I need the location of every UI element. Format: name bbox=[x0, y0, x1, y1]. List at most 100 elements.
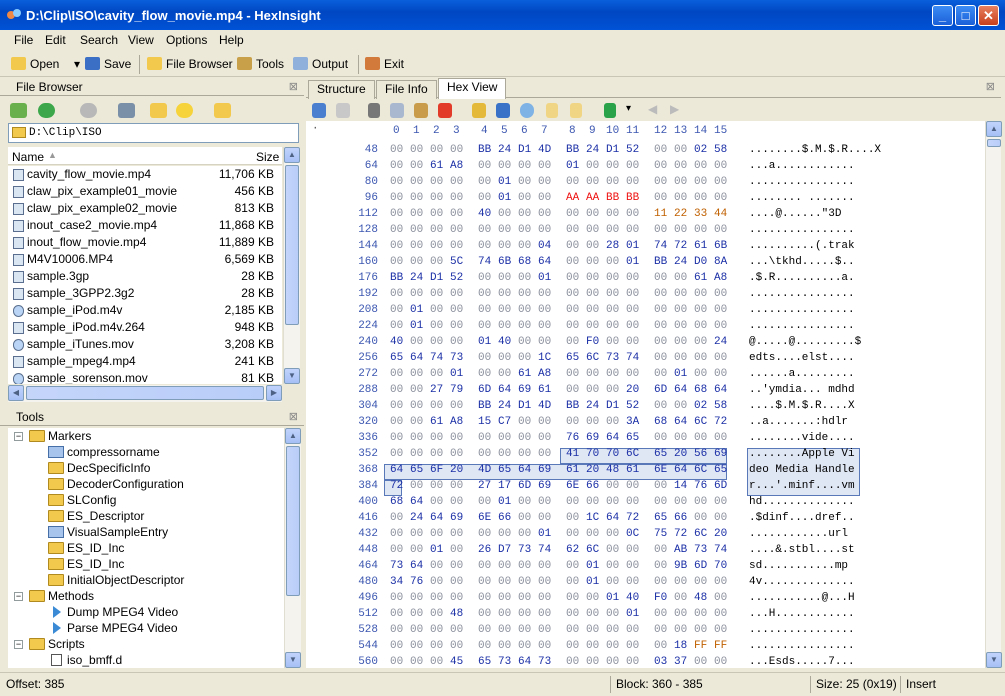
hex-byte[interactable]: 61 bbox=[566, 464, 579, 476]
collapse-toggle-icon[interactable]: − bbox=[14, 640, 23, 649]
hex-byte[interactable]: 00 bbox=[714, 288, 727, 300]
hex-byte[interactable]: 00 bbox=[606, 656, 619, 668]
hex-byte[interactable]: 00 bbox=[626, 272, 639, 284]
hex-byte[interactable]: 00 bbox=[586, 240, 599, 252]
hex-byte[interactable]: BB bbox=[566, 144, 579, 156]
hex-byte[interactable]: 65 bbox=[498, 464, 511, 476]
hex-byte[interactable]: 17 bbox=[498, 480, 511, 492]
hex-byte[interactable]: 00 bbox=[410, 400, 423, 412]
hex-byte[interactable]: 9B bbox=[674, 560, 687, 572]
hex-byte[interactable]: 01 bbox=[410, 304, 423, 316]
hex-byte[interactable]: 76 bbox=[410, 576, 423, 588]
hex-byte[interactable]: 00 bbox=[654, 272, 667, 284]
hex-byte[interactable]: 6D bbox=[654, 384, 667, 396]
hex-byte[interactable]: 00 bbox=[478, 528, 491, 540]
ascii-text[interactable]: ................ bbox=[749, 288, 855, 300]
hex-byte[interactable]: 00 bbox=[390, 368, 403, 380]
hex-byte[interactable]: 01 bbox=[626, 256, 639, 268]
redo-icon[interactable] bbox=[336, 103, 350, 118]
hex-byte[interactable]: AA bbox=[566, 192, 579, 204]
menu-help[interactable]: Help bbox=[219, 33, 244, 47]
scroll-thumb[interactable] bbox=[285, 165, 299, 325]
hex-byte[interactable]: 00 bbox=[694, 192, 707, 204]
hex-byte[interactable]: 00 bbox=[430, 240, 443, 252]
hex-byte[interactable]: 64 bbox=[518, 656, 531, 668]
hex-byte[interactable]: 0C bbox=[626, 528, 639, 540]
hex-byte[interactable]: A8 bbox=[450, 416, 463, 428]
file-list-item[interactable]: sample_iPod.m4v.264 948 KB bbox=[8, 319, 282, 336]
hex-byte[interactable]: 00 bbox=[410, 416, 423, 428]
ascii-text[interactable]: ....&.stbl....st bbox=[749, 544, 855, 556]
ascii-text[interactable]: ....@......"3D bbox=[749, 208, 841, 220]
hex-byte[interactable]: 00 bbox=[498, 224, 511, 236]
hex-byte[interactable]: 00 bbox=[478, 320, 491, 332]
hex-byte[interactable]: 00 bbox=[586, 256, 599, 268]
hex-byte[interactable]: 1C bbox=[586, 512, 599, 524]
hex-byte[interactable]: 00 bbox=[518, 592, 531, 604]
hex-byte[interactable]: 00 bbox=[518, 240, 531, 252]
hex-byte[interactable]: 00 bbox=[410, 336, 423, 348]
tree-node[interactable]: − Scripts bbox=[14, 636, 85, 652]
hex-byte[interactable]: 00 bbox=[390, 512, 403, 524]
hex-byte[interactable]: 00 bbox=[566, 320, 579, 332]
hex-byte[interactable]: 00 bbox=[478, 176, 491, 188]
hex-byte[interactable]: 00 bbox=[654, 352, 667, 364]
hex-byte[interactable]: 00 bbox=[694, 352, 707, 364]
hex-byte[interactable]: 00 bbox=[518, 416, 531, 428]
hex-byte[interactable]: 73 bbox=[538, 656, 551, 668]
hex-byte[interactable]: 01 bbox=[410, 320, 423, 332]
hex-byte[interactable]: 00 bbox=[538, 416, 551, 428]
hex-byte[interactable]: 00 bbox=[654, 560, 667, 572]
hex-byte[interactable]: BB bbox=[654, 256, 667, 268]
hex-byte[interactable]: 64 bbox=[518, 464, 531, 476]
hex-byte[interactable]: F0 bbox=[654, 592, 667, 604]
ascii-text[interactable]: ....$.M.$.R....X bbox=[749, 400, 855, 412]
scroll-left-arrow-icon[interactable]: ◀ bbox=[8, 385, 24, 401]
hex-byte[interactable]: 00 bbox=[538, 208, 551, 220]
hex-byte[interactable]: 66 bbox=[498, 512, 511, 524]
hex-byte[interactable]: 00 bbox=[626, 288, 639, 300]
scroll-down-arrow-icon[interactable]: ▼ bbox=[285, 652, 301, 668]
hex-byte[interactable]: 37 bbox=[674, 656, 687, 668]
hex-byte[interactable]: 00 bbox=[674, 160, 687, 172]
hex-byte[interactable]: 01 bbox=[538, 528, 551, 540]
hex-byte[interactable]: 00 bbox=[390, 592, 403, 604]
hex-byte[interactable]: 40 bbox=[390, 336, 403, 348]
hex-byte[interactable]: 00 bbox=[498, 448, 511, 460]
scroll-thumb[interactable] bbox=[987, 139, 1001, 147]
hex-byte[interactable]: 01 bbox=[498, 192, 511, 204]
menu-search[interactable]: Search bbox=[80, 33, 118, 47]
ascii-text[interactable]: ................ bbox=[749, 320, 855, 332]
hex-byte[interactable]: 34 bbox=[390, 576, 403, 588]
hex-byte[interactable]: 01 bbox=[498, 176, 511, 188]
run-play-icon[interactable] bbox=[604, 103, 616, 118]
hex-byte[interactable]: 00 bbox=[566, 656, 579, 668]
ascii-text[interactable]: hd.............. bbox=[749, 496, 855, 508]
file-list-item[interactable]: sample_mpeg4.mp4 241 KB bbox=[8, 353, 282, 370]
hex-byte[interactable]: 00 bbox=[478, 496, 491, 508]
hex-byte[interactable]: 00 bbox=[538, 304, 551, 316]
hex-byte[interactable]: 26 bbox=[478, 544, 491, 556]
hex-byte[interactable]: 00 bbox=[478, 224, 491, 236]
hex-byte[interactable]: 00 bbox=[674, 272, 687, 284]
hex-byte[interactable]: 72 bbox=[674, 528, 687, 540]
hex-byte[interactable]: 00 bbox=[626, 160, 639, 172]
hex-byte[interactable]: 00 bbox=[674, 576, 687, 588]
hex-byte[interactable]: 00 bbox=[674, 592, 687, 604]
hex-byte[interactable]: 00 bbox=[390, 160, 403, 172]
hex-byte[interactable]: 00 bbox=[606, 496, 619, 508]
close-panel-icon[interactable]: ⊠ bbox=[289, 78, 298, 96]
hex-byte[interactable]: 00 bbox=[498, 592, 511, 604]
hex-byte[interactable]: 00 bbox=[586, 384, 599, 396]
hex-byte[interactable]: 20 bbox=[586, 464, 599, 476]
hex-byte[interactable]: 00 bbox=[654, 288, 667, 300]
hex-byte[interactable]: 00 bbox=[390, 176, 403, 188]
hex-byte[interactable]: 64 bbox=[606, 512, 619, 524]
hex-byte[interactable]: 00 bbox=[606, 608, 619, 620]
hex-byte[interactable]: 00 bbox=[430, 368, 443, 380]
find-magnifier-icon[interactable] bbox=[520, 103, 534, 118]
hex-byte[interactable]: 61 bbox=[694, 272, 707, 284]
hex-byte[interactable]: 00 bbox=[566, 496, 579, 508]
hex-byte[interactable]: 65 bbox=[654, 512, 667, 524]
hex-byte[interactable]: 00 bbox=[518, 192, 531, 204]
